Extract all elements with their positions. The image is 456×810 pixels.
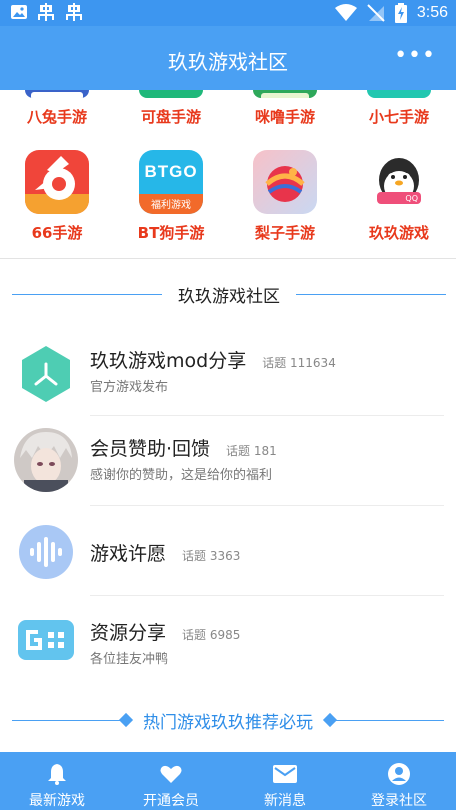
section-title: 玖玖游戏社区	[178, 286, 280, 307]
app-label: BT狗手游	[137, 224, 205, 242]
nav-label: 最新游戏	[29, 793, 85, 809]
topic-title: 游戏许愿 话题 3363	[90, 543, 241, 565]
nav-messages[interactable]: 新消息	[228, 752, 342, 810]
btgou-sub-label: 福利游戏	[151, 200, 191, 211]
topic-title: 资源分享 话题 6985	[90, 622, 241, 644]
header-line-right	[296, 293, 446, 295]
status-right-icons: 3:56	[334, 2, 448, 24]
topic-count: 话题 3363	[182, 549, 241, 563]
app-label: 八兔手游	[26, 108, 87, 126]
battery-charging-icon	[394, 3, 407, 23]
section-divider	[0, 258, 456, 259]
app-grid-row-1: 八兔手游 可盘手游 咪噜手游 小七手游	[0, 90, 456, 130]
mail-icon	[273, 765, 297, 783]
btgou-app-icon: BTGO 福利游戏	[139, 150, 203, 214]
anime-avatar-icon	[14, 428, 78, 492]
topic-count: 话题 6985	[182, 628, 241, 642]
wifi-icon	[334, 4, 357, 21]
app-grid-row-2: 66手游 BTGO 福利游戏 BT狗手游 梨子手游 QQ 玖玖游戏	[0, 150, 456, 243]
bottom-navigation: 最新游戏 开通会员 新消息 登录社区	[0, 752, 456, 810]
app-header: 玖玖游戏社区 •••	[0, 26, 456, 90]
app-label: 玖玖游戏	[368, 224, 429, 242]
topic-item[interactable]: 资源分享 话题 6985 各位挂友冲鸭	[0, 596, 456, 686]
page-title: 玖玖游戏社区	[168, 50, 288, 74]
nav-label: 登录社区	[371, 793, 427, 809]
soundwave-icon	[14, 520, 78, 584]
topic-item[interactable]: 玖玖游戏mod分享 话题 111634 官方游戏发布	[0, 326, 456, 416]
66-logo-icon	[25, 156, 89, 214]
nav-label: 新消息	[264, 793, 306, 809]
topic-desc: 各位挂友冲鸭	[90, 652, 169, 667]
app-item-bagu[interactable]: 八兔手游	[0, 90, 114, 130]
app-label: 可盘手游	[140, 108, 201, 126]
btgo-badge: BTGO	[144, 162, 198, 181]
66-app-icon	[25, 150, 89, 214]
signal-off-icon	[367, 4, 385, 22]
hexagon-logo-icon	[14, 342, 78, 406]
app-label: 咪噜手游	[254, 108, 315, 126]
app-item-milu[interactable]: 咪噜手游	[228, 90, 342, 130]
user-circle-icon	[388, 763, 410, 785]
hot-games-header: 热门游戏玖玖推荐必玩	[12, 708, 444, 733]
penguin-app-icon: QQ	[367, 150, 431, 214]
app-item-btgou[interactable]: BTGO 福利游戏 BT狗手游	[114, 150, 228, 243]
nav-login[interactable]: 登录社区	[342, 752, 456, 810]
nav-latest-games[interactable]: 最新游戏	[0, 752, 114, 810]
topic-desc: 感谢你的赞助，这是给你的福利	[90, 468, 273, 483]
topic-count: 话题 111634	[262, 356, 336, 370]
more-menu-button[interactable]: •••	[394, 45, 436, 67]
app-item-xiaoqi[interactable]: 小七手游	[342, 90, 456, 130]
heart-icon	[160, 765, 182, 783]
hot-line-left	[12, 719, 121, 721]
nav-membership[interactable]: 开通会员	[114, 752, 228, 810]
nav-label: 开通会员	[143, 793, 199, 809]
topic-item[interactable]: 游戏许愿 话题 3363	[0, 506, 456, 596]
app-label: 小七手游	[368, 108, 429, 126]
game-g-icon	[14, 608, 78, 672]
community-section-header: 玖玖游戏社区	[12, 283, 446, 307]
lizi-app-icon	[253, 150, 317, 214]
bug-icon	[66, 3, 82, 21]
bell-icon	[48, 764, 66, 785]
lizi-logo-icon	[265, 166, 305, 202]
app-item-lizi[interactable]: 梨子手游	[228, 150, 342, 243]
app-item-jiujiu[interactable]: QQ 玖玖游戏	[342, 150, 456, 243]
milu-app-icon	[253, 90, 317, 98]
bug-icon	[38, 3, 54, 21]
status-left-icons	[10, 3, 84, 21]
status-time: 3:56	[416, 4, 448, 21]
xiaoqi-app-icon	[367, 90, 431, 98]
penguin-logo-icon	[377, 158, 421, 204]
topic-desc: 官方游戏发布	[90, 380, 169, 395]
app-item-66[interactable]: 66手游	[0, 150, 114, 243]
topic-count: 话题 181	[226, 444, 277, 458]
kepan-app-icon	[139, 90, 203, 98]
image-icon	[11, 5, 27, 19]
app-label: 梨子手游	[254, 224, 315, 242]
header-line-left	[12, 293, 162, 295]
topic-item[interactable]: 会员赞助·回馈 话题 181 感谢你的赞助，这是给你的福利	[0, 416, 456, 506]
app-label: 66手游	[31, 224, 83, 242]
topic-title: 玖玖游戏mod分享 话题 111634	[90, 350, 336, 372]
status-bar: 3:56	[0, 0, 456, 26]
app-item-kepan[interactable]: 可盘手游	[114, 90, 228, 130]
topic-title: 会员赞助·回馈 话题 181	[90, 438, 277, 460]
bagu-app-icon	[25, 90, 89, 98]
penguin-qq-label: QQ	[405, 194, 418, 203]
hot-line-right	[335, 719, 444, 721]
hot-games-title: 热门游戏玖玖推荐必玩	[143, 712, 313, 733]
